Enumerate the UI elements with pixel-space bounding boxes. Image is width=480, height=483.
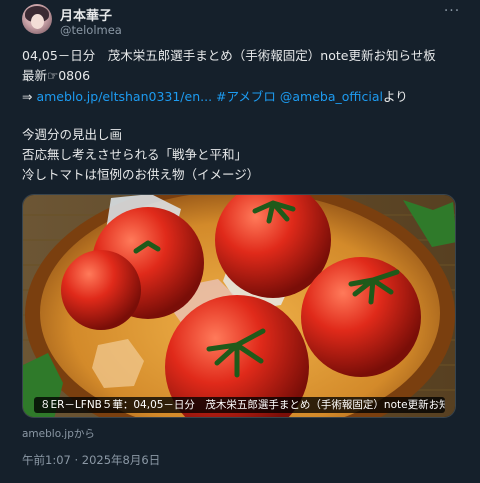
hashtag-link[interactable]: #アメブロ	[216, 89, 276, 104]
tweet-line-4: 今週分の見出し画	[22, 127, 123, 142]
timestamp[interactable]: 午前1:07 · 2025年8月6日	[22, 452, 160, 468]
tweet-line-3: ⇒ ameblo.jp/eltshan0331/en... #アメブロ @ame…	[22, 88, 462, 106]
arrow-text: ⇒	[22, 89, 37, 104]
link-source[interactable]: ameblo.jpから	[22, 426, 95, 441]
link-card-caption[interactable]: ８ER－LFNB５華：04,05－日分 茂木栄五郎選手まとめ（手術報固定）not…	[34, 397, 445, 413]
mention-link[interactable]: @ameba_official	[280, 89, 383, 104]
tweet-line-5: 否応無し考えさせられる「戦争と平和」	[22, 147, 248, 162]
user-handle[interactable]: @telolmea	[60, 23, 122, 37]
link-card-image[interactable]	[22, 194, 456, 418]
avatar-face	[31, 14, 44, 29]
tweet-line-6: 冷しトマトは恒例のお供え物（イメージ）	[22, 167, 260, 182]
suffix-text: より	[382, 89, 408, 104]
more-options-icon[interactable]: ···	[441, 4, 463, 20]
article-link[interactable]: ameblo.jp/eltshan0331/en...	[36, 89, 212, 104]
tomato-photo	[23, 195, 455, 417]
avatar[interactable]	[22, 4, 52, 34]
tweet-line-2: 最新☞0806	[22, 68, 91, 83]
tweet-line-1: 04,05－日分 茂木栄五郎選手まとめ（手術報固定）note更新お知らせ板	[22, 48, 436, 63]
display-name[interactable]: 月本華子	[60, 5, 112, 24]
